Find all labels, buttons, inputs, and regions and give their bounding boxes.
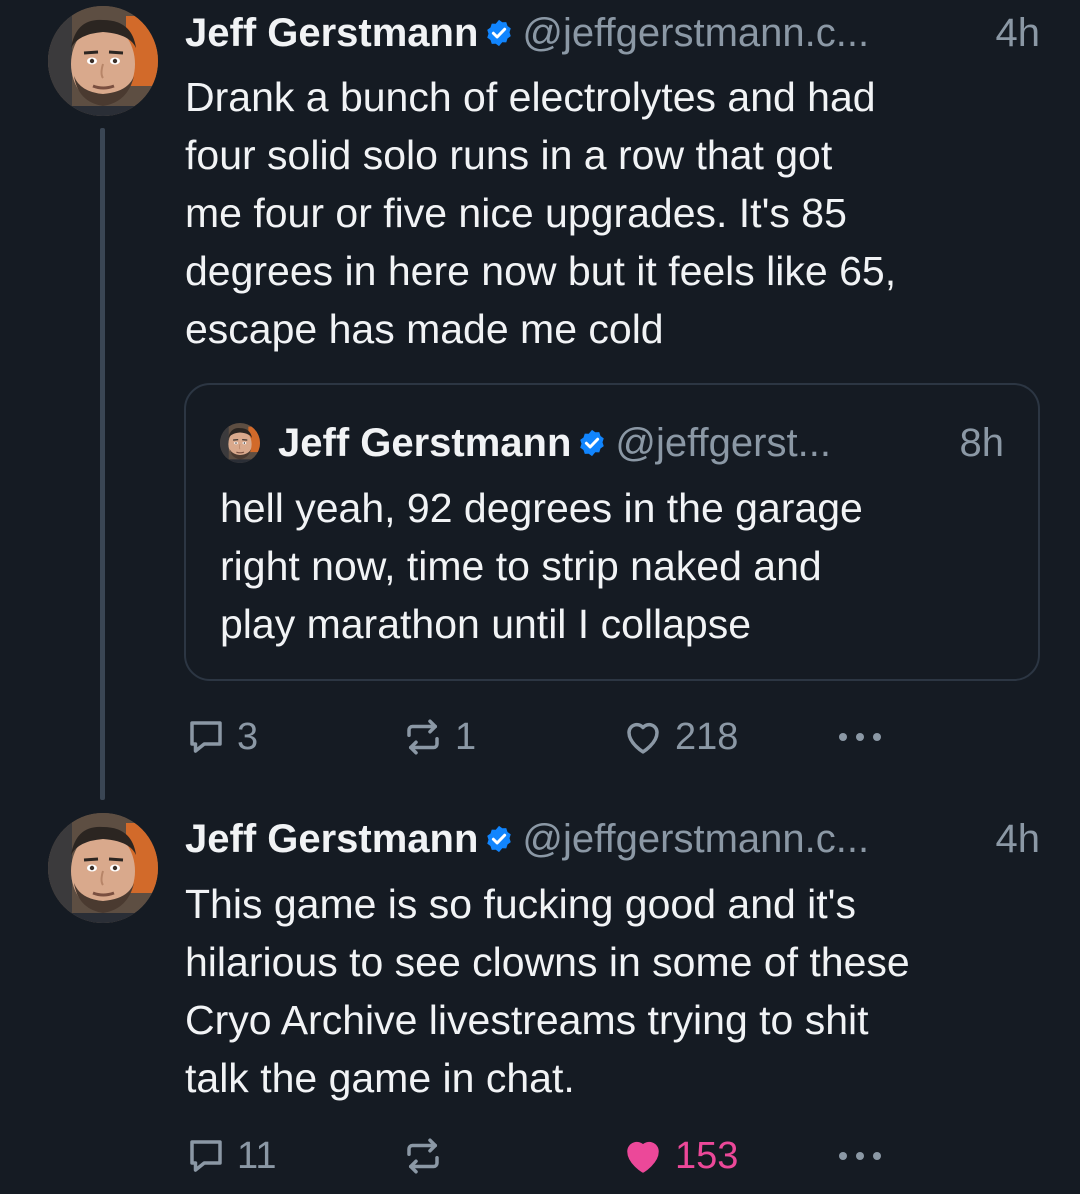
text-line: Cryo Archive livestreams trying to shit	[185, 997, 869, 1043]
thread-line	[100, 128, 105, 800]
text-line: me four or five nice upgrades. It's 85	[185, 190, 847, 236]
post-header: Jeff Gerstmann @jeffgerstmann.c... 4h	[185, 811, 1040, 867]
quoted-post-text: hell yeah, 92 degrees in the garage righ…	[220, 479, 1008, 653]
author-name[interactable]: Jeff Gerstmann	[185, 11, 478, 56]
ellipsis-icon	[835, 731, 885, 743]
speech-bubble-icon	[185, 1135, 227, 1177]
more-options-button[interactable]	[835, 1131, 885, 1181]
repost-button[interactable]	[401, 1131, 445, 1181]
quoted-author-handle: @jeffgerst...	[615, 420, 831, 465]
post-header: Jeff Gerstmann @jeffgerstmann.c... 4h	[185, 5, 1040, 61]
post-actions: 3 1 218	[185, 712, 1080, 762]
verified-checkmark-icon	[484, 18, 514, 48]
text-line: four solid solo runs in a row that got	[185, 132, 833, 178]
author-name[interactable]: Jeff Gerstmann	[185, 817, 478, 862]
like-button[interactable]: 218	[621, 712, 738, 762]
author-handle[interactable]: @jeffgerstmann.c...	[522, 817, 991, 862]
text-line: talk the game in chat.	[185, 1055, 575, 1101]
avatar[interactable]	[48, 813, 158, 923]
quoted-post[interactable]: Jeff Gerstmann @jeffgerst... 8h hell yea…	[184, 383, 1040, 681]
text-line: degrees in here now but it feels like 65…	[185, 248, 897, 294]
repost-count: 1	[455, 715, 477, 758]
more-options-button[interactable]	[835, 712, 885, 762]
quoted-avatar	[220, 423, 260, 463]
author-handle[interactable]: @jeffgerstmann.c...	[522, 11, 991, 56]
repost-button[interactable]: 1	[401, 712, 476, 762]
verified-checkmark-icon	[484, 824, 514, 854]
text-line: right now, time to strip naked and	[220, 543, 822, 589]
heart-icon	[621, 1135, 665, 1177]
reply-button[interactable]: 3	[185, 712, 258, 762]
reply-count: 3	[237, 715, 259, 758]
avatar[interactable]	[48, 6, 158, 116]
ellipsis-icon	[835, 1150, 885, 1162]
text-line: Drank a bunch of electrolytes and had	[185, 74, 876, 120]
verified-checkmark-icon	[577, 428, 607, 458]
post-actions: 11 153	[185, 1131, 1080, 1181]
quoted-post-time: 8h	[959, 420, 1005, 465]
post-text: Drank a bunch of electrolytes and had fo…	[185, 68, 1040, 358]
repost-arrows-icon	[401, 716, 445, 758]
text-line: hell yeah, 92 degrees in the garage	[220, 485, 863, 531]
text-line: play marathon until I collapse	[220, 601, 752, 647]
text-line: hilarious to see clowns in some of these	[185, 939, 910, 985]
quoted-author-name: Jeff Gerstmann	[278, 420, 572, 465]
reply-button[interactable]: 11	[185, 1131, 276, 1181]
like-count: 218	[675, 715, 739, 758]
text-line: This game is so fucking good and it's	[185, 881, 857, 927]
post-text: This game is so fucking good and it's hi…	[185, 875, 1040, 1107]
heart-icon	[621, 716, 665, 758]
post-time[interactable]: 4h	[996, 817, 1041, 862]
reply-count: 11	[237, 1134, 277, 1177]
like-button[interactable]: 153	[621, 1131, 738, 1181]
speech-bubble-icon	[185, 716, 227, 758]
repost-arrows-icon	[401, 1135, 445, 1177]
post-time[interactable]: 4h	[996, 11, 1041, 56]
text-line: escape has made me cold	[185, 306, 664, 352]
like-count: 153	[675, 1134, 739, 1177]
quoted-post-header: Jeff Gerstmann @jeffgerst... 8h	[220, 415, 1004, 471]
